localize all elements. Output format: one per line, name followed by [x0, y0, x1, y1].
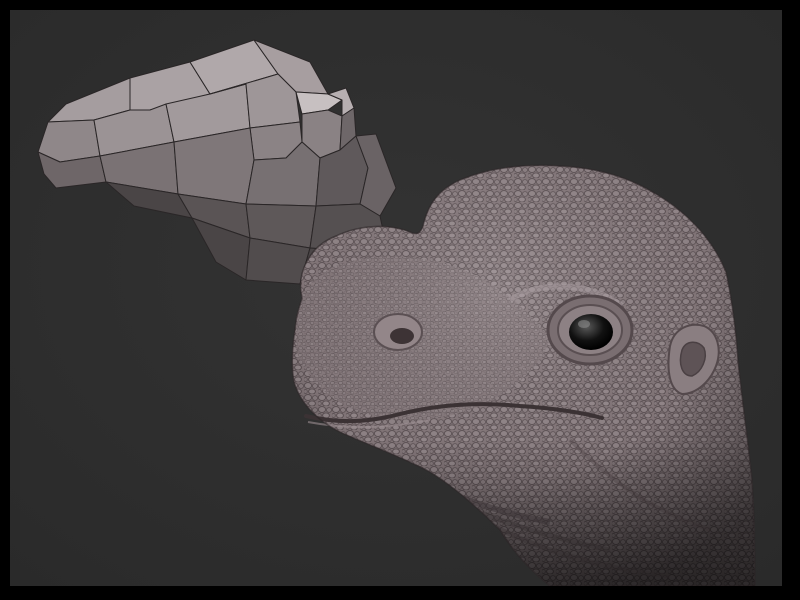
- eye: [546, 294, 634, 366]
- viewport: [10, 10, 782, 586]
- image-frame: [0, 0, 800, 600]
- nostril: [373, 313, 423, 351]
